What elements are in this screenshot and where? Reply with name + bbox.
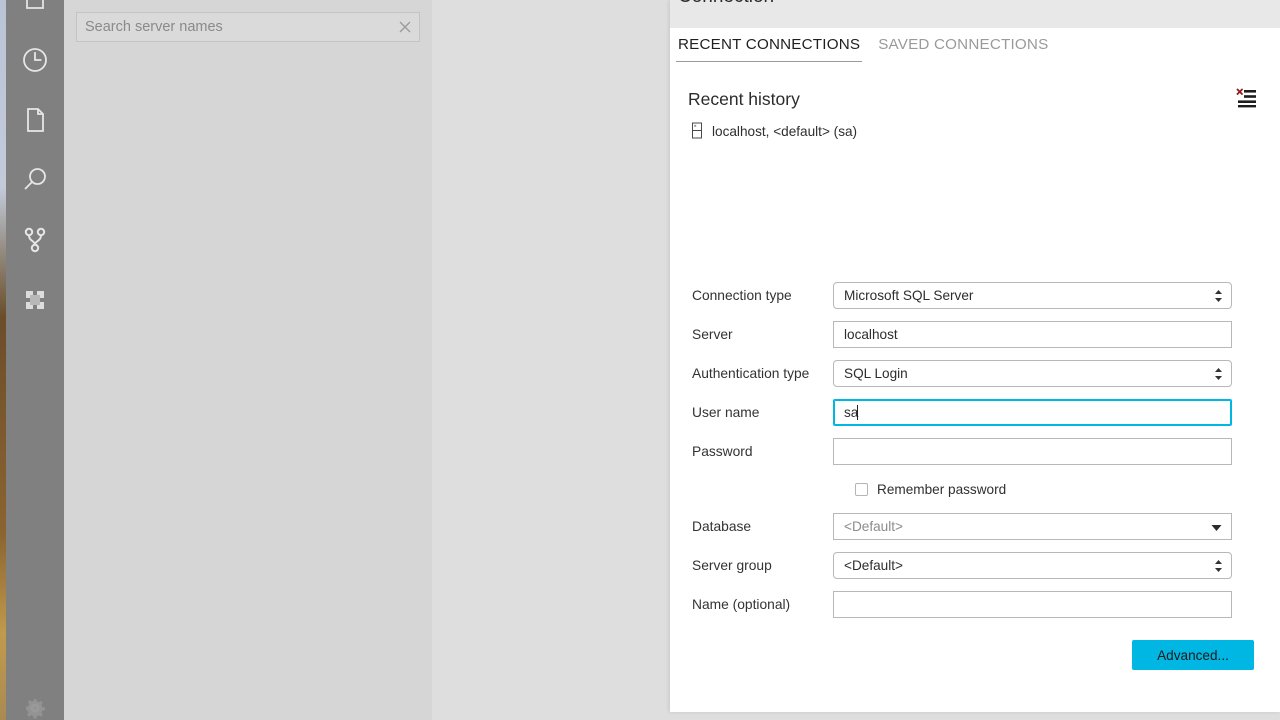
user-name-input[interactable] (833, 399, 1232, 426)
label-server: Server (670, 327, 833, 342)
server-group-select[interactable]: <Default> (833, 552, 1232, 579)
label-password: Password (670, 444, 833, 459)
label-user-name: User name (670, 405, 833, 420)
connection-form: Connection type Microsoft SQL Server Ser (670, 276, 1280, 678)
row-connection-type: Connection type Microsoft SQL Server (670, 276, 1280, 315)
row-authentication-type: Authentication type SQL Login (670, 354, 1280, 393)
row-database: Database <Default> (670, 507, 1280, 546)
row-server-group: Server group <Default> (670, 546, 1280, 585)
activity-item-extensions[interactable] (6, 270, 64, 330)
activity-item-manage[interactable] (6, 686, 64, 720)
source-control-icon (19, 224, 51, 256)
search-icon (19, 164, 51, 196)
tab-recent-connections[interactable]: RECENT CONNECTIONS (676, 36, 862, 62)
file-icon (19, 104, 51, 136)
row-remember-password: Remember password (670, 471, 1280, 507)
database-combobox[interactable]: <Default> (833, 513, 1232, 540)
dialog-header: Connection (670, 0, 1280, 28)
activity-item-search[interactable] (6, 150, 64, 210)
label-database: Database (670, 519, 833, 534)
clear-all-history-icon[interactable] (1236, 88, 1258, 110)
remember-password-checkbox[interactable] (855, 483, 868, 496)
label-connection-type: Connection type (670, 288, 833, 303)
activity-item-source-control[interactable] (6, 210, 64, 270)
dialog-tabs: RECENT CONNECTIONS SAVED CONNECTIONS (676, 36, 1050, 62)
recent-history-list: localhost, <default> (sa) (688, 118, 1248, 144)
label-authentication-type: Authentication type (670, 366, 833, 381)
row-server: Server (670, 315, 1280, 354)
app-window: Connection RECENT CONNECTIONS SAVED CONN… (0, 0, 1280, 720)
close-icon[interactable] (391, 13, 419, 41)
authentication-type-select[interactable]: SQL Login (833, 360, 1232, 387)
text-cursor (857, 405, 858, 420)
name-optional-input[interactable] (833, 591, 1232, 618)
search-server-names-field[interactable] (76, 12, 420, 42)
server-input[interactable] (833, 321, 1232, 348)
tab-saved-connections[interactable]: SAVED CONNECTIONS (876, 36, 1050, 62)
row-user-name: User name (670, 393, 1280, 432)
list-item[interactable]: localhost, <default> (sa) (688, 118, 1248, 144)
activity-bar (6, 0, 64, 720)
row-password: Password (670, 432, 1280, 471)
search-input[interactable] (77, 19, 391, 35)
connection-type-select[interactable]: Microsoft SQL Server (833, 282, 1232, 309)
list-item-label: localhost, <default> (sa) (712, 124, 857, 139)
advanced-button[interactable]: Advanced... (1132, 640, 1254, 670)
servers-icon (20, 0, 50, 15)
gear-icon (22, 695, 48, 720)
remember-password-label[interactable]: Remember password (877, 482, 1006, 497)
servers-side-panel (64, 0, 432, 720)
activity-item-notebooks[interactable] (6, 90, 64, 150)
row-name-optional: Name (optional) (670, 585, 1280, 624)
dialog-title: Connection (678, 0, 774, 8)
row-advanced: Advanced... (670, 624, 1280, 678)
chevron-down-icon (1211, 519, 1222, 534)
server-icon (690, 122, 704, 140)
label-name-optional: Name (optional) (670, 597, 833, 612)
server-group-value: <Default> (844, 558, 903, 573)
password-input[interactable] (833, 438, 1232, 465)
database-value: <Default> (844, 519, 903, 534)
clock-icon (19, 44, 51, 76)
authentication-type-value: SQL Login (844, 366, 908, 381)
label-server-group: Server group (670, 558, 833, 573)
connection-type-value: Microsoft SQL Server (844, 288, 973, 303)
activity-item-servers[interactable] (6, 0, 64, 30)
recent-history-heading: Recent history (688, 89, 800, 110)
extensions-icon (19, 284, 51, 316)
desktop-background-strip (0, 0, 6, 720)
connection-dialog: Connection RECENT CONNECTIONS SAVED CONN… (670, 0, 1280, 712)
activity-item-history[interactable] (6, 30, 64, 90)
